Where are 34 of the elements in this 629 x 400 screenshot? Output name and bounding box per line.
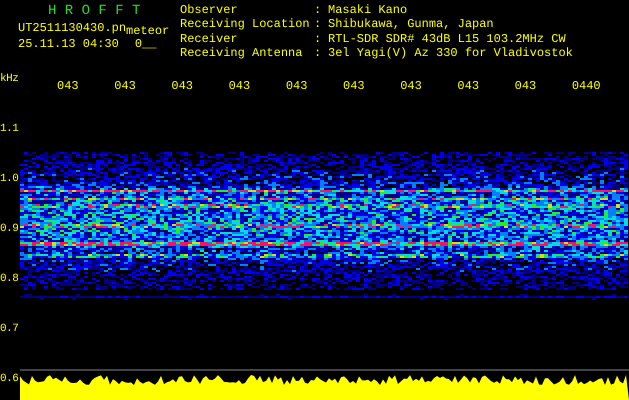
timestamp: 25.11.13 04:30 (18, 38, 119, 50)
info-label: Receiving Location (180, 18, 311, 32)
axis-label: 1.0 (0, 174, 18, 185)
axis-label: 0.8 (0, 274, 18, 285)
time-label: 043 (57, 80, 80, 95)
time-label: 043 (457, 80, 480, 95)
info-value: 3el Yagi(V) Az 330 for Vladivostok (328, 46, 573, 60)
info-label: Receiving Antenna (180, 46, 304, 60)
axis-label: 0.6 (0, 374, 18, 385)
info-separator: : (314, 46, 322, 60)
time-label: 043 (400, 80, 423, 95)
app-title: H R O F F T (47, 4, 142, 18)
info-separator: : (314, 32, 322, 46)
info-label: Observer (180, 4, 239, 18)
count-label: 0__ (134, 38, 156, 50)
info-value: Masaki Kano (328, 4, 408, 18)
time-label: 043 (514, 80, 538, 95)
info-separator: : (314, 18, 322, 32)
time-label: 043 (228, 80, 252, 95)
time-label: 043 (114, 80, 137, 95)
info-value: RTL-SDR SDR# 43dB L15 103.2MHz CW (328, 32, 567, 46)
mode-label: meteor (126, 25, 170, 37)
info-label: Receiver (180, 32, 239, 46)
axis-unit: kHz (0, 74, 18, 85)
axis-label: 0.9 (0, 224, 18, 235)
info-value: Shibukawa, Gunma, Japan (328, 18, 495, 32)
time-label: 043 (171, 80, 194, 95)
file-name: UT2511130430.pn (18, 22, 126, 34)
axis-label: 1.1 (0, 124, 18, 135)
time-label: 043 (343, 80, 366, 95)
axis-label: 0.7 (0, 324, 18, 335)
time-label: 0440 (572, 80, 602, 95)
info-separator: : (314, 4, 322, 18)
time-label: 043 (286, 80, 308, 95)
